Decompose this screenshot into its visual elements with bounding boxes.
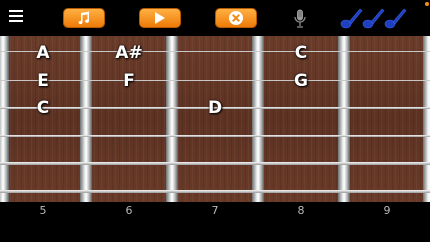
note-label[interactable]: D (200, 99, 230, 117)
toolbar (0, 0, 430, 36)
close-circle-icon (229, 11, 243, 25)
note-label[interactable]: G (286, 72, 316, 90)
stop-button[interactable] (215, 8, 257, 28)
note-label[interactable]: C (286, 44, 316, 62)
status-dot (425, 2, 429, 6)
note-label[interactable]: A (28, 44, 58, 62)
microphone-icon[interactable] (293, 9, 307, 29)
music-button[interactable] (63, 8, 105, 28)
guitar-string (0, 51, 430, 52)
guitar-string (0, 135, 430, 137)
fret-wire (252, 36, 264, 202)
fret-wire (0, 36, 9, 202)
note-label[interactable]: F (114, 72, 144, 90)
fretboard[interactable]: A A# C E F G C D (0, 36, 430, 202)
note-label[interactable]: A# (114, 44, 144, 62)
fret-wire (80, 36, 92, 202)
guitar-string (0, 80, 430, 81)
fret-wire (166, 36, 178, 202)
fret-number: 5 (39, 204, 47, 217)
fret-wire (338, 36, 350, 202)
hamburger-menu-icon[interactable] (9, 10, 23, 24)
fret-wire (423, 36, 430, 202)
guitar-string (0, 190, 430, 193)
play-icon (155, 12, 165, 24)
fret-number: 6 (125, 204, 133, 217)
fret-number: 9 (383, 204, 391, 217)
fret-number: 7 (211, 204, 219, 217)
guitar-string (0, 162, 430, 165)
note-label[interactable]: E (28, 72, 58, 90)
play-button[interactable] (139, 8, 181, 28)
fret-number: 8 (297, 204, 305, 217)
guitars-icon[interactable] (340, 6, 408, 30)
note-label[interactable]: C (28, 99, 58, 117)
music-note-icon (78, 11, 90, 25)
